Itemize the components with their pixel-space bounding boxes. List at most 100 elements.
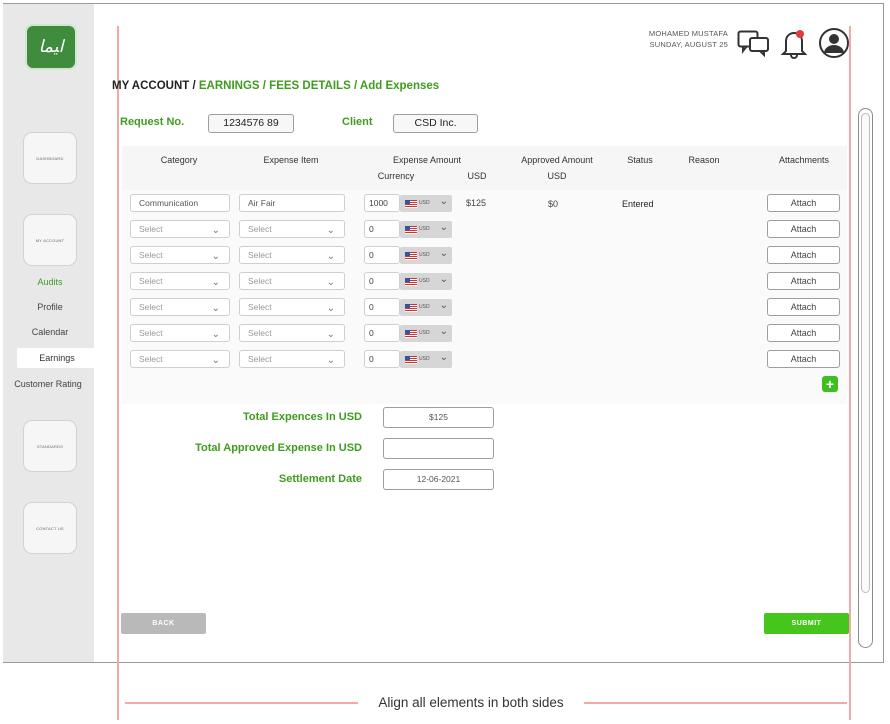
sidebar-item-profile[interactable]: Profile: [13, 301, 87, 313]
chevron-down-icon: ⌄: [439, 274, 448, 285]
expense-item-select[interactable]: Select ⌄: [239, 324, 345, 342]
back-button[interactable]: BACK: [121, 613, 206, 634]
annotation-line-left: [125, 702, 358, 704]
expenses-table-header: Category Expense Item Expense Amount Cur…: [122, 146, 847, 190]
header-attachments: Attachments: [778, 155, 830, 165]
attach-button[interactable]: Attach: [767, 324, 840, 342]
scrollbar-thumb[interactable]: [861, 113, 870, 593]
sidebar-item-dashboard[interactable]: DASHBOARD: [23, 132, 77, 184]
attach-button[interactable]: Attach: [767, 272, 840, 290]
currency-select[interactable]: USD ⌄: [400, 299, 452, 316]
chevron-down-icon: ⌄: [326, 277, 335, 288]
request-no-value: 1234576 89: [208, 114, 294, 133]
us-flag-icon: [405, 226, 417, 234]
category-select[interactable]: Select ⌄: [130, 246, 230, 264]
header-usd: USD: [467, 171, 487, 181]
category-field[interactable]: Communication: [130, 194, 230, 212]
header-expense-item: Expense Item: [263, 155, 319, 165]
category-select[interactable]: Select ⌄: [130, 272, 230, 290]
total-approved-value: [383, 438, 494, 459]
us-flag-icon: [405, 356, 417, 364]
category-select[interactable]: Select ⌄: [130, 298, 230, 316]
table-row: Communication Air Fair 1000 USD ⌄ $125 $0…: [122, 194, 847, 216]
currency-select[interactable]: USD ⌄: [400, 273, 452, 290]
expense-amount-input[interactable]: 0: [364, 350, 400, 368]
chevron-down-icon: ⌄: [211, 225, 220, 236]
header-reason: Reason: [688, 155, 720, 165]
category-select[interactable]: Select ⌄: [130, 350, 230, 368]
chevron-down-icon: ⌄: [326, 225, 335, 236]
currency-select[interactable]: USD ⌄: [400, 221, 452, 238]
sidebar-item-calendar[interactable]: Calendar: [13, 326, 87, 338]
breadcrumb-path[interactable]: EARNINGS / FEES DETAILS / Add Expenses: [199, 80, 439, 92]
total-expenses-value: $125: [383, 407, 494, 428]
chevron-down-icon: ⌄: [439, 300, 448, 311]
submit-button[interactable]: SUBMIT: [764, 613, 849, 634]
sidebar-item-contact-us[interactable]: CONTACT US: [23, 502, 77, 554]
user-avatar-icon[interactable]: [818, 27, 850, 64]
notification-bell-icon[interactable]: [780, 27, 808, 64]
vertical-scrollbar[interactable]: [858, 108, 873, 648]
chevron-down-icon: ⌄: [211, 303, 220, 314]
us-flag-icon: [405, 200, 417, 208]
us-flag-icon: [405, 330, 417, 338]
expense-item-select[interactable]: Select ⌄: [239, 350, 345, 368]
chevron-down-icon: ⌄: [326, 251, 335, 262]
expense-amount-input[interactable]: 0: [364, 324, 400, 342]
sidebar-item-standards[interactable]: STANDARDS: [23, 420, 77, 472]
header-approved-usd: USD: [547, 171, 567, 181]
total-approved-label: Total Approved Expense In USD: [195, 442, 362, 454]
header-expense-amount: Expense Amount: [392, 155, 462, 165]
expense-amount-input[interactable]: 0: [364, 220, 400, 238]
currency-select[interactable]: USD ⌄: [400, 247, 452, 264]
attach-button[interactable]: Attach: [767, 350, 840, 368]
attach-button[interactable]: Attach: [767, 194, 840, 212]
table-row: Select ⌄ Select ⌄ 0 USD ⌄ Attach: [122, 350, 847, 372]
expense-item-select[interactable]: Select ⌄: [239, 298, 345, 316]
currency-select[interactable]: USD ⌄: [400, 195, 452, 212]
header-status: Status: [627, 155, 653, 165]
breadcrumb-root[interactable]: MY ACCOUNT /: [112, 80, 199, 92]
category-select[interactable]: Select ⌄: [130, 220, 230, 238]
client-value: CSD Inc.: [393, 114, 478, 133]
currency-select[interactable]: USD ⌄: [400, 325, 452, 342]
expense-item-select[interactable]: Select ⌄: [239, 246, 345, 264]
sidebar-item-audits[interactable]: Audits: [13, 276, 87, 288]
right-alignment-guide: [849, 26, 851, 720]
chevron-down-icon: ⌄: [439, 222, 448, 233]
chevron-down-icon: ⌄: [211, 251, 220, 262]
sidebar: ﺍﻴﻤﺎ DASHBOARD MY ACCOUNT Audits Profile…: [3, 4, 97, 662]
category-select[interactable]: Select ⌄: [130, 324, 230, 342]
left-alignment-guide: [117, 26, 119, 720]
attach-button[interactable]: Attach: [767, 246, 840, 264]
attach-button[interactable]: Attach: [767, 298, 840, 316]
header-currency: Currency: [377, 171, 415, 181]
chevron-down-icon: ⌄: [211, 329, 220, 340]
attach-button[interactable]: Attach: [767, 220, 840, 238]
user-name: MOHAMED MUSTAFA: [648, 29, 728, 38]
sidebar-item-my-account[interactable]: MY ACCOUNT: [23, 214, 77, 266]
table-row: Select ⌄ Select ⌄ 0 USD ⌄ Attach: [122, 246, 847, 268]
expense-amount-input[interactable]: 0: [364, 246, 400, 264]
chat-icon[interactable]: [737, 30, 771, 63]
expense-amount-input[interactable]: 0: [364, 298, 400, 316]
sidebar-item-customer-rating[interactable]: Customer Rating: [13, 378, 83, 390]
settlement-date-label: Settlement Date: [278, 473, 362, 485]
app-logo[interactable]: ﺍﻴﻤﺎ: [25, 24, 77, 70]
add-row-button[interactable]: +: [822, 376, 838, 392]
us-flag-icon: [405, 278, 417, 286]
chevron-down-icon: ⌄: [326, 303, 335, 314]
chevron-down-icon: ⌄: [211, 277, 220, 288]
expense-item-select[interactable]: Select ⌄: [239, 220, 345, 238]
table-row: Select ⌄ Select ⌄ 0 USD ⌄ Attach: [122, 220, 847, 242]
chevron-down-icon: ⌄: [326, 329, 335, 340]
client-label: Client: [342, 116, 373, 128]
chevron-down-icon: ⌄: [439, 196, 448, 207]
settlement-date-value: 12-06-2021: [383, 469, 494, 490]
expense-amount-input[interactable]: 1000: [364, 194, 400, 212]
expense-item-field[interactable]: Air Fair: [239, 194, 345, 212]
expense-item-select[interactable]: Select ⌄: [239, 272, 345, 290]
sidebar-item-earnings[interactable]: Earnings: [17, 348, 97, 368]
expense-amount-input[interactable]: 0: [364, 272, 400, 290]
currency-select[interactable]: USD ⌄: [400, 351, 452, 368]
